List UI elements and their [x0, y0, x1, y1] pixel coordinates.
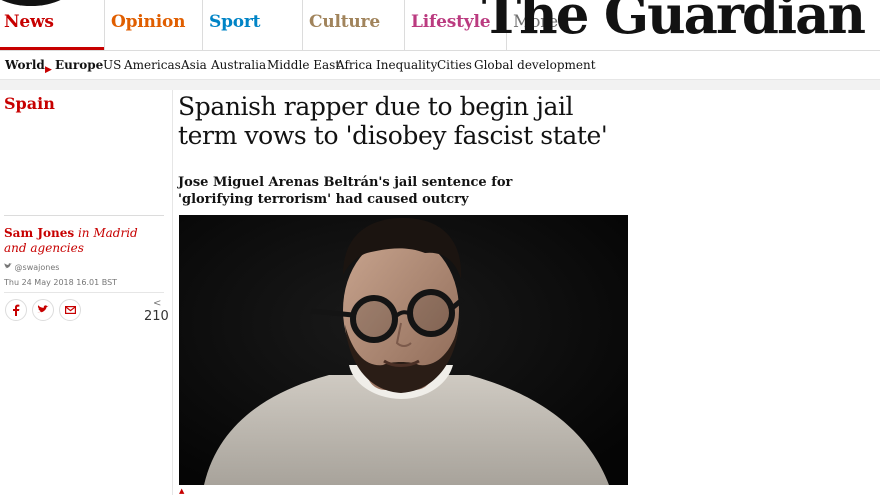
nav-pillar-label: News	[4, 12, 54, 32]
subnav-item-us[interactable]: US	[103, 58, 121, 72]
twitter-handle-text: @swajones	[14, 263, 60, 272]
article-main-image[interactable]	[179, 215, 628, 485]
nav-pillar-sport[interactable]: Sport	[202, 0, 302, 50]
publish-timestamp: Thu 24 May 2018 16.01 BST	[4, 278, 118, 287]
share-facebook-button[interactable]	[5, 299, 27, 321]
twitter-handle[interactable]: @swajones	[4, 263, 59, 272]
subnav-item-africa[interactable]: Africa	[336, 58, 372, 72]
triangle-icon: ▲	[179, 487, 185, 495]
byline: Sam Jones in Madrid and agencies	[4, 226, 164, 256]
masthead-logo[interactable]: The Guardian	[482, 0, 866, 46]
subnav: World ▶ Europe US Americas Asia Australi…	[0, 51, 880, 80]
subnav-item-world[interactable]: World	[5, 58, 45, 72]
top-navigation: News Opinion Sport Culture Lifestyle Mor…	[0, 0, 880, 51]
nav-pillar-label: Lifestyle	[411, 12, 491, 32]
subnav-item-middle-east[interactable]: Middle East	[267, 58, 340, 72]
article-standfirst: Jose Miguel Arenas Beltrán's jail senten…	[178, 175, 513, 207]
section-gap	[0, 80, 880, 90]
divider	[4, 215, 164, 216]
subnav-item-americas[interactable]: Americas	[124, 58, 181, 72]
subnav-item-global-development[interactable]: Global development	[474, 58, 596, 72]
twitter-icon	[4, 263, 12, 269]
subnav-item-australia[interactable]: Australia	[211, 58, 266, 72]
nav-pillar-culture[interactable]: Culture	[302, 0, 404, 50]
facebook-icon	[13, 304, 20, 316]
section-label[interactable]: Spain	[4, 94, 55, 113]
subnav-item-cities[interactable]: Cities	[437, 58, 472, 72]
subnav-item-europe[interactable]: Europe	[55, 58, 103, 72]
nav-pillar-opinion[interactable]: Opinion	[104, 0, 202, 50]
twitter-icon	[37, 305, 49, 313]
subnav-item-asia[interactable]: Asia	[181, 58, 207, 72]
active-pillar-underline	[0, 47, 104, 50]
divider	[4, 292, 164, 293]
share-twitter-button[interactable]	[32, 299, 54, 321]
byline-author[interactable]: Sam Jones	[4, 226, 74, 240]
share-email-button[interactable]	[59, 299, 81, 321]
share-icon: <	[153, 298, 162, 309]
nav-pillar-label: Opinion	[111, 12, 186, 32]
subnav-item-inequality[interactable]: Inequality	[376, 58, 437, 72]
email-icon	[64, 306, 76, 314]
share-count: 210	[144, 309, 169, 324]
nav-pillar-news[interactable]: News	[0, 0, 104, 50]
nav-pillar-label: Culture	[309, 12, 380, 32]
article-headline: Spanish rapper due to begin jail term vo…	[178, 92, 608, 150]
portrait-photo	[179, 215, 628, 485]
nav-pillar-label: Sport	[209, 12, 261, 32]
article-meta-column: Spain Sam Jones in Madrid and agencies @…	[0, 90, 173, 495]
image-caption: ▲	[179, 487, 628, 495]
